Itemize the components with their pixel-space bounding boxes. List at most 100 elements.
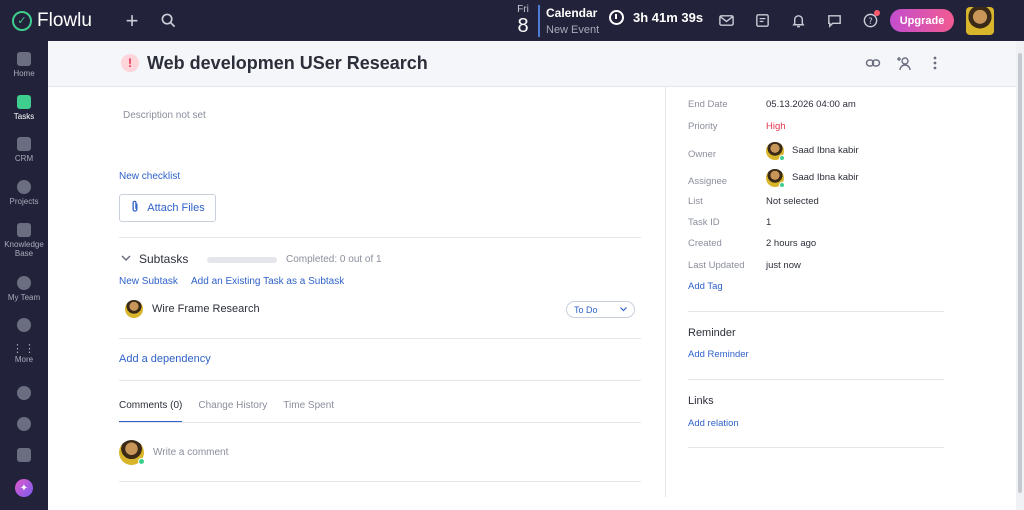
priority-alert-icon: ! (121, 54, 139, 72)
last-updated-value: just now (766, 260, 801, 271)
calendar-day-number: 8 (517, 15, 529, 37)
sidebar-item-projects[interactable]: Projects (0, 180, 48, 206)
owner-value[interactable]: Saad Ibna kabir (766, 141, 859, 161)
reminder-title: Reminder (688, 327, 736, 339)
subtask-name[interactable]: Wire Frame Research (152, 303, 260, 315)
add-relation-link[interactable]: Add relation (688, 418, 739, 429)
sidebar-item-home[interactable]: Home (0, 52, 48, 78)
crm-icon (17, 137, 31, 151)
property-task-id: Task ID 1 (688, 217, 771, 228)
page-scrollbar[interactable] (1016, 41, 1024, 510)
add-follower-icon[interactable] (894, 53, 914, 73)
projects-icon (17, 180, 31, 194)
chat-icon[interactable] (816, 0, 852, 41)
puzzle-icon (17, 386, 31, 400)
add-reminder-link[interactable]: Add Reminder (688, 349, 749, 360)
chevron-down-icon[interactable] (121, 254, 131, 265)
assignee-value[interactable]: Saad Ibna kabir (766, 168, 859, 188)
calendar-divider (538, 5, 540, 37)
sidebar-item-announcements[interactable] (0, 448, 48, 465)
property-priority: Priority High (688, 121, 786, 132)
subtasks-header[interactable]: Subtasks (121, 252, 188, 266)
team-icon (17, 276, 31, 290)
new-subtask-link[interactable]: New Subtask (119, 276, 178, 287)
priority-value[interactable]: High (766, 121, 786, 132)
divider (119, 422, 641, 423)
bell-icon[interactable] (780, 0, 816, 41)
list-value[interactable]: Not selected (766, 196, 819, 207)
add-icon[interactable]: + (114, 0, 150, 41)
task-id-value: 1 (766, 217, 772, 228)
property-label: Owner (688, 149, 716, 160)
notes-icon[interactable] (744, 0, 780, 41)
dots-grid-icon: ⋮⋮ (12, 343, 36, 355)
sidebar-item-label: Tasks (13, 112, 35, 121)
panel-divider (665, 87, 666, 497)
calendar-text: Calendar New Event (546, 6, 599, 36)
sidebar-item-apps[interactable] (0, 386, 48, 403)
sidebar-item-extra[interactable] (0, 318, 48, 335)
tasks-icon (17, 95, 31, 109)
end-date-value[interactable]: 05.13.2026 04:00 am (766, 99, 856, 110)
knowledge-base-icon (17, 223, 31, 237)
top-actions: ? (708, 0, 888, 41)
app-name: Flowlu (37, 9, 92, 31)
subtask-row[interactable]: Wire Frame Research (125, 299, 641, 319)
avatar (766, 141, 785, 161)
sidebar-item-tasks[interactable]: Tasks (0, 95, 48, 121)
time-tracker[interactable]: 3h 41m 39s (609, 10, 703, 25)
divider (688, 447, 944, 448)
subtask-status-dropdown[interactable]: To Do (566, 301, 635, 318)
property-label: Priority (688, 121, 718, 132)
add-tag-link[interactable]: Add Tag (688, 281, 723, 292)
sidebar-item-crm[interactable]: CRM (0, 137, 48, 163)
sidebar-item-my-team[interactable]: My Team (0, 276, 48, 302)
user-avatar[interactable] (966, 7, 994, 35)
comment-composer[interactable]: Write a comment (119, 440, 228, 465)
app-logo[interactable]: ✓ Flowlu (12, 10, 108, 32)
sidebar-item-more[interactable]: ⋮⋮ More (0, 342, 48, 364)
search-icon[interactable] (150, 0, 186, 41)
calendar-widget[interactable]: Fri 8 Calendar New Event (512, 2, 599, 40)
subtasks-completed-count: Completed: 0 out of 1 (286, 254, 382, 265)
home-icon (17, 52, 31, 66)
chevron-down-icon (620, 305, 627, 314)
add-dependency-link[interactable]: Add a dependency (119, 353, 211, 365)
comment-input[interactable]: Write a comment (153, 447, 228, 458)
avatar (119, 440, 145, 465)
new-event-link[interactable]: New Event (546, 24, 599, 36)
attach-files-button[interactable]: Attach Files (119, 194, 216, 222)
owner-name: Saad Ibna kabir (792, 145, 859, 156)
task-title[interactable]: Web developmen USer Research (147, 53, 428, 74)
property-label: List (688, 196, 703, 207)
tab-change-history[interactable]: Change History (198, 400, 267, 423)
attach-files-label: Attach Files (147, 202, 205, 214)
help-icon[interactable]: ? (852, 0, 888, 41)
tab-comments[interactable]: Comments (0) (119, 400, 183, 423)
sidebar-item-label: Home (13, 69, 35, 78)
task-description[interactable]: Description not set (123, 110, 206, 121)
settings-icon (17, 318, 31, 332)
new-checklist-link[interactable]: New checklist (119, 171, 180, 182)
online-indicator (138, 458, 145, 465)
add-existing-subtask-link[interactable]: Add an Existing Task as a Subtask (191, 276, 344, 287)
mail-icon[interactable] (708, 0, 744, 41)
scrollbar-thumb[interactable] (1018, 53, 1022, 493)
sidebar-item-settings[interactable] (0, 417, 48, 434)
property-list: List Not selected (688, 196, 819, 207)
upgrade-button[interactable]: Upgrade (890, 9, 954, 32)
ai-assistant-icon[interactable]: ✦ (15, 479, 33, 497)
sidebar-item-label: More (14, 355, 34, 364)
divider (119, 338, 641, 339)
property-created: Created 2 hours ago (688, 238, 816, 249)
link-icon[interactable] (863, 53, 883, 73)
sidebar-item-knowledge-base[interactable]: Knowledge Base (0, 223, 48, 258)
online-indicator (779, 154, 785, 161)
divider (119, 380, 641, 381)
sidebar-item-label: My Team (7, 293, 41, 302)
more-options-icon[interactable] (925, 53, 945, 73)
calendar-title: Calendar (546, 6, 598, 20)
subtasks-progress-bar (207, 257, 277, 263)
tab-time-spent[interactable]: Time Spent (283, 400, 334, 423)
timer-value: 3h 41m 39s (633, 10, 704, 25)
